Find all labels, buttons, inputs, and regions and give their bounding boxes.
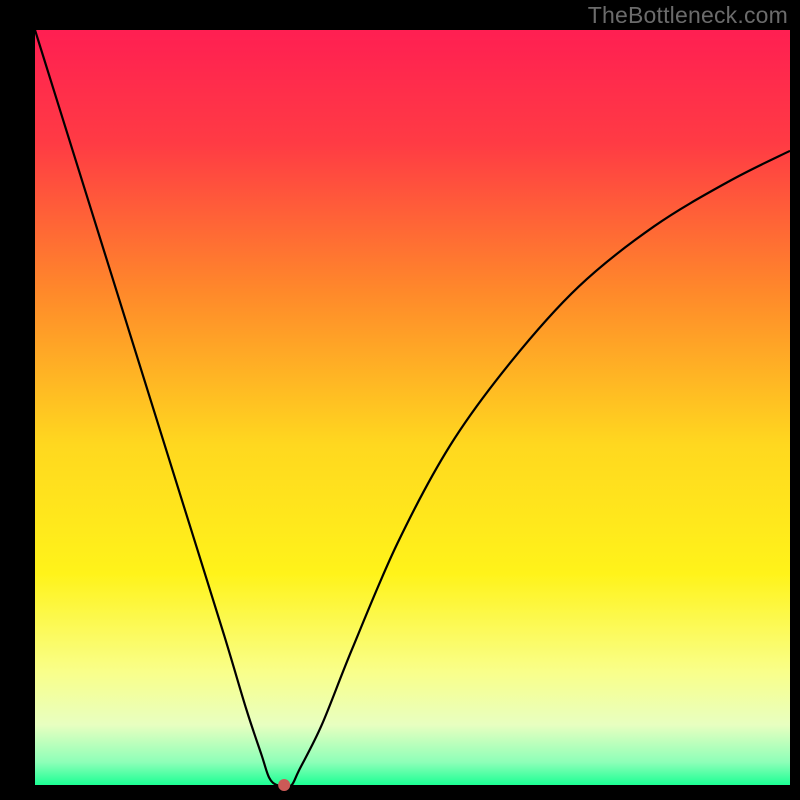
watermark-text: TheBottleneck.com: [588, 2, 788, 29]
chart-container: TheBottleneck.com: [0, 0, 800, 800]
bottleneck-chart: [0, 0, 800, 800]
optimal-point-marker: [278, 779, 290, 791]
plot-background: [35, 30, 790, 785]
